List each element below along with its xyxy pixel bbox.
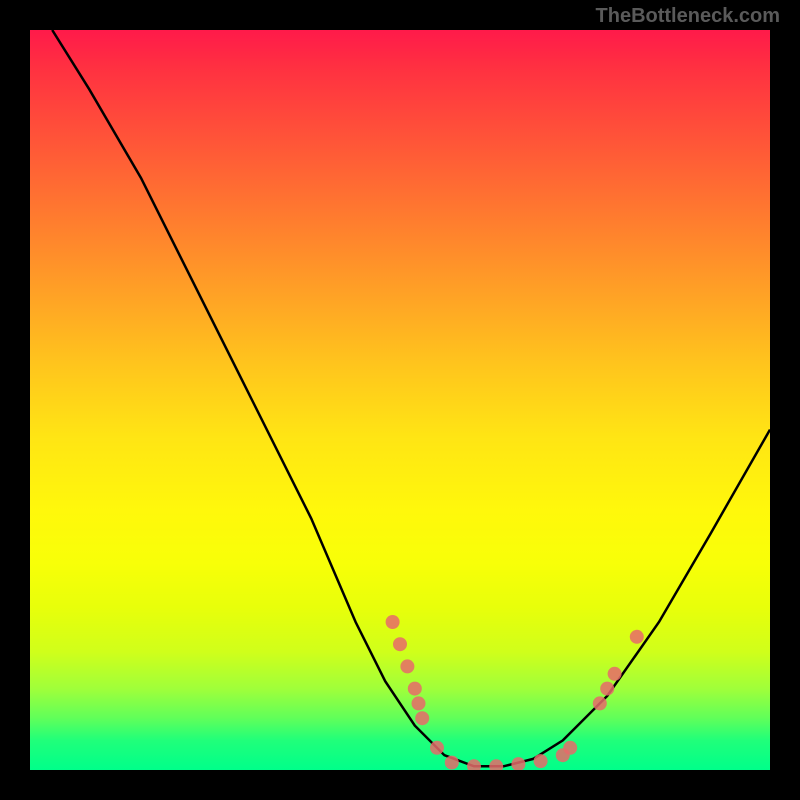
scatter-point [408, 682, 422, 696]
scatter-point [430, 741, 444, 755]
scatter-point [412, 696, 426, 710]
scatter-point [386, 615, 400, 629]
scatter-point [563, 741, 577, 755]
watermark-text: TheBottleneck.com [596, 5, 780, 28]
bottleneck-curve [52, 30, 770, 766]
scatter-point [415, 711, 429, 725]
chart-svg-layer [30, 30, 770, 770]
scatter-point [630, 630, 644, 644]
scatter-point [467, 759, 481, 770]
scatter-point [511, 757, 525, 770]
scatter-point [393, 637, 407, 651]
scatter-point [600, 682, 614, 696]
scatter-point [593, 696, 607, 710]
scatter-point [534, 754, 548, 768]
chart-plot-area [30, 30, 770, 770]
scatter-point [400, 659, 414, 673]
scatter-points [386, 615, 644, 770]
scatter-point [445, 756, 459, 770]
scatter-point [489, 759, 503, 770]
scatter-point [608, 667, 622, 681]
